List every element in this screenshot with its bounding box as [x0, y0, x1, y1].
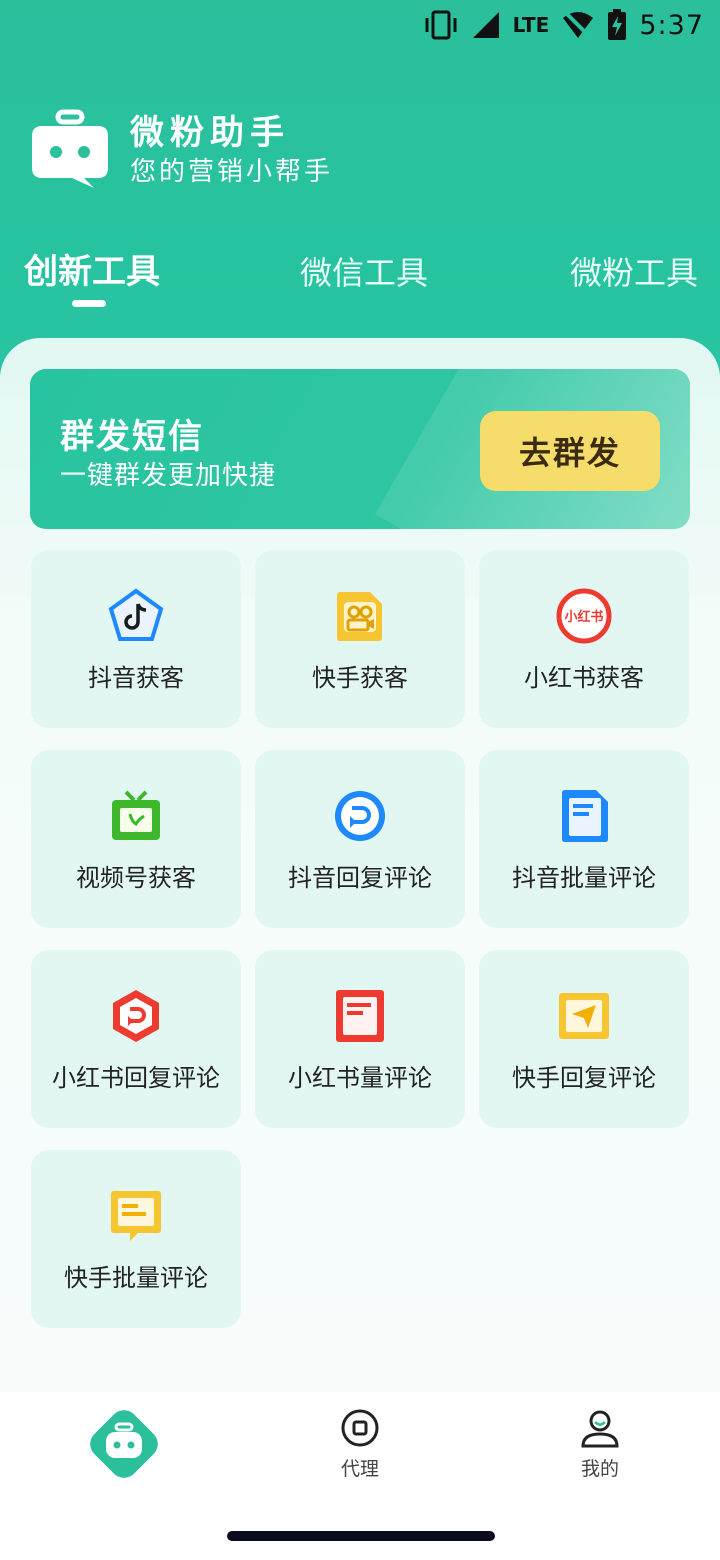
reply-circle-icon	[335, 791, 385, 841]
kuaishou-icon	[337, 592, 382, 641]
nav-label: 我的	[580, 1458, 619, 1480]
tool-label: 小红书量评论	[288, 1064, 432, 1092]
tab-active-indicator	[72, 300, 106, 307]
banner-subtitle: 一键群发更加快捷	[60, 461, 277, 491]
clock: 5:37	[639, 9, 704, 41]
bulk-sms-banner[interactable]: 群发短信 一键群发更加快捷 去群发	[30, 369, 690, 529]
send-icon	[559, 993, 609, 1039]
tool-kuaishou-bulk-comment[interactable]: 快手批量评论	[31, 1150, 241, 1328]
tool-kuaishou-acquire[interactable]: 快手获客	[255, 550, 465, 728]
robot-home-icon[interactable]	[86, 1406, 162, 1482]
tool-channels-acquire[interactable]: 视频号获客	[31, 750, 241, 928]
tool-label: 小红书回复评论	[52, 1064, 220, 1092]
tool-label: 抖音获客	[88, 664, 184, 692]
bulk-send-button[interactable]: 去群发	[480, 411, 660, 491]
tab-weifen-tools[interactable]: 微粉工具	[570, 248, 698, 294]
profile-icon	[581, 1410, 619, 1448]
app-title: 微粉助手	[130, 113, 290, 153]
status-bar: LTE 5:37	[0, 0, 720, 50]
signal-icon	[472, 12, 499, 38]
tool-label: 快手获客	[312, 664, 408, 692]
comment-icon	[111, 1191, 161, 1241]
home-indicator[interactable]	[227, 1531, 495, 1541]
tool-douyin-acquire[interactable]: 抖音获客	[31, 550, 241, 728]
tool-label: 快手批量评论	[64, 1264, 208, 1292]
tv-icon	[112, 790, 160, 840]
tab-wechat-tools[interactable]: 微信工具	[300, 248, 428, 294]
nav-profile[interactable]: 我的	[560, 1408, 640, 1481]
xiaohongshu-icon: 小红书	[556, 588, 612, 644]
tab-innovation-tools[interactable]: 创新工具	[24, 244, 160, 293]
tool-xiaohongshu-comment[interactable]: 小红书量评论	[255, 950, 465, 1128]
tool-label: 小红书获客	[524, 664, 644, 692]
tool-label: 快手回复评论	[512, 1064, 656, 1092]
reply-hexagon-icon	[113, 990, 159, 1042]
wifi-off-icon	[563, 10, 594, 40]
tool-douyin-bulk-comment[interactable]: 抖音批量评论	[479, 750, 689, 928]
tool-kuaishou-reply[interactable]: 快手回复评论	[479, 950, 689, 1128]
network-type: LTE	[512, 13, 550, 37]
tool-label: 视频号获客	[76, 864, 196, 892]
nav-agent[interactable]: 代理	[320, 1408, 400, 1481]
tab-bar: 创新工具 微信工具 微粉工具	[0, 244, 720, 314]
vibrate-icon	[425, 10, 457, 40]
app-subtitle: 您的营销小帮手	[130, 157, 334, 187]
list-document-icon	[336, 990, 384, 1042]
banner-title: 群发短信	[60, 417, 204, 457]
tool-label: 抖音批量评论	[512, 864, 656, 892]
tool-label: 抖音回复评论	[288, 864, 432, 892]
app-header: 微粉助手 您的营销小帮手	[28, 108, 333, 192]
xiaohongshu-icon-text: 小红书	[564, 609, 603, 625]
agent-icon	[341, 1409, 379, 1447]
tool-xiaohongshu-acquire[interactable]: 小红书 小红书获客	[479, 550, 689, 728]
tool-douyin-reply[interactable]: 抖音回复评论	[255, 750, 465, 928]
battery-charging-icon	[608, 9, 627, 40]
document-icon	[562, 790, 608, 842]
robot-logo-icon	[32, 109, 108, 188]
nav-label: 代理	[340, 1458, 379, 1480]
douyin-pentagon-icon	[108, 588, 164, 641]
tool-xiaohongshu-reply[interactable]: 小红书回复评论	[31, 950, 241, 1128]
